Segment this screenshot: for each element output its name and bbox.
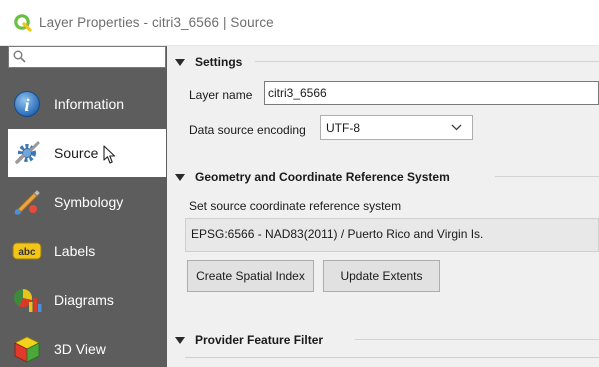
title-bar: Layer Properties - citri3_6566 | Source bbox=[0, 0, 599, 46]
sidebar-item-label: Diagrams bbox=[54, 292, 114, 308]
search-input[interactable] bbox=[31, 49, 161, 65]
svg-text:i: i bbox=[24, 95, 29, 115]
layer-name-label: Layer name bbox=[189, 88, 253, 102]
3d-view-icon bbox=[12, 334, 42, 364]
section-divider bbox=[255, 61, 599, 62]
section-divider bbox=[495, 176, 599, 177]
sidebar-item-symbology[interactable]: Symbology bbox=[8, 178, 166, 226]
section-divider bbox=[355, 339, 599, 340]
crs-selector[interactable]: EPSG:6566 - NAD83(2011) / Puerto Rico an… bbox=[185, 218, 599, 252]
geometry-section-title: Geometry and Coordinate Reference System bbox=[195, 170, 450, 184]
encoding-label: Data source encoding bbox=[189, 123, 306, 137]
update-extents-button[interactable]: Update Extents bbox=[323, 260, 440, 292]
window-title: Layer Properties - citri3_6566 | Source bbox=[39, 15, 274, 30]
sidebar-item-label: Labels bbox=[54, 243, 96, 259]
source-icon bbox=[12, 138, 42, 168]
collapse-triangle-icon bbox=[175, 173, 185, 181]
create-spatial-index-button[interactable]: Create Spatial Index bbox=[187, 260, 314, 292]
filter-box-edge bbox=[185, 357, 599, 358]
search-icon bbox=[13, 50, 26, 63]
sidebar-item-source[interactable]: Source bbox=[8, 129, 166, 177]
qgis-logo-icon bbox=[14, 13, 32, 32]
collapse-triangle-icon bbox=[175, 336, 185, 344]
filter-section-title: Provider Feature Filter bbox=[195, 333, 324, 347]
source-panel: Settings Layer name citri3_6566 Data sou… bbox=[167, 46, 599, 367]
information-icon: i bbox=[12, 89, 42, 119]
collapse-triangle-icon bbox=[175, 58, 185, 66]
labels-icon: abc bbox=[12, 236, 42, 266]
crs-label: Set source coordinate reference system bbox=[189, 199, 402, 213]
sidebar-item-labels[interactable]: abc Labels bbox=[8, 227, 166, 275]
chevron-down-icon bbox=[451, 124, 462, 131]
sidebar-item-label: Symbology bbox=[54, 194, 124, 210]
sidebar-search[interactable] bbox=[8, 46, 166, 68]
mouse-cursor-icon bbox=[103, 145, 116, 164]
sidebar-item-label: 3D View bbox=[54, 341, 106, 357]
sidebar-item-diagrams[interactable]: Diagrams bbox=[8, 276, 166, 324]
diagrams-icon bbox=[12, 285, 42, 315]
sidebar-item-3d-view[interactable]: 3D View bbox=[8, 325, 166, 367]
settings-section-title: Settings bbox=[195, 55, 243, 69]
sidebar-item-information[interactable]: i Information bbox=[8, 80, 166, 128]
layer-name-input[interactable]: citri3_6566 bbox=[264, 81, 599, 105]
settings-section-header[interactable]: Settings bbox=[175, 55, 242, 69]
symbology-icon bbox=[12, 187, 42, 217]
sidebar-item-label: Information bbox=[54, 96, 125, 112]
labels-icon-text: abc bbox=[18, 247, 36, 258]
sidebar: i Information Source Symbology abc Label… bbox=[0, 46, 167, 367]
encoding-combo[interactable]: UTF-8 bbox=[320, 115, 473, 140]
geometry-section-header[interactable]: Geometry and Coordinate Reference System bbox=[175, 170, 450, 184]
sidebar-item-label: Source bbox=[54, 145, 99, 161]
filter-section-header[interactable]: Provider Feature Filter bbox=[175, 333, 323, 347]
encoding-value: UTF-8 bbox=[326, 121, 360, 135]
